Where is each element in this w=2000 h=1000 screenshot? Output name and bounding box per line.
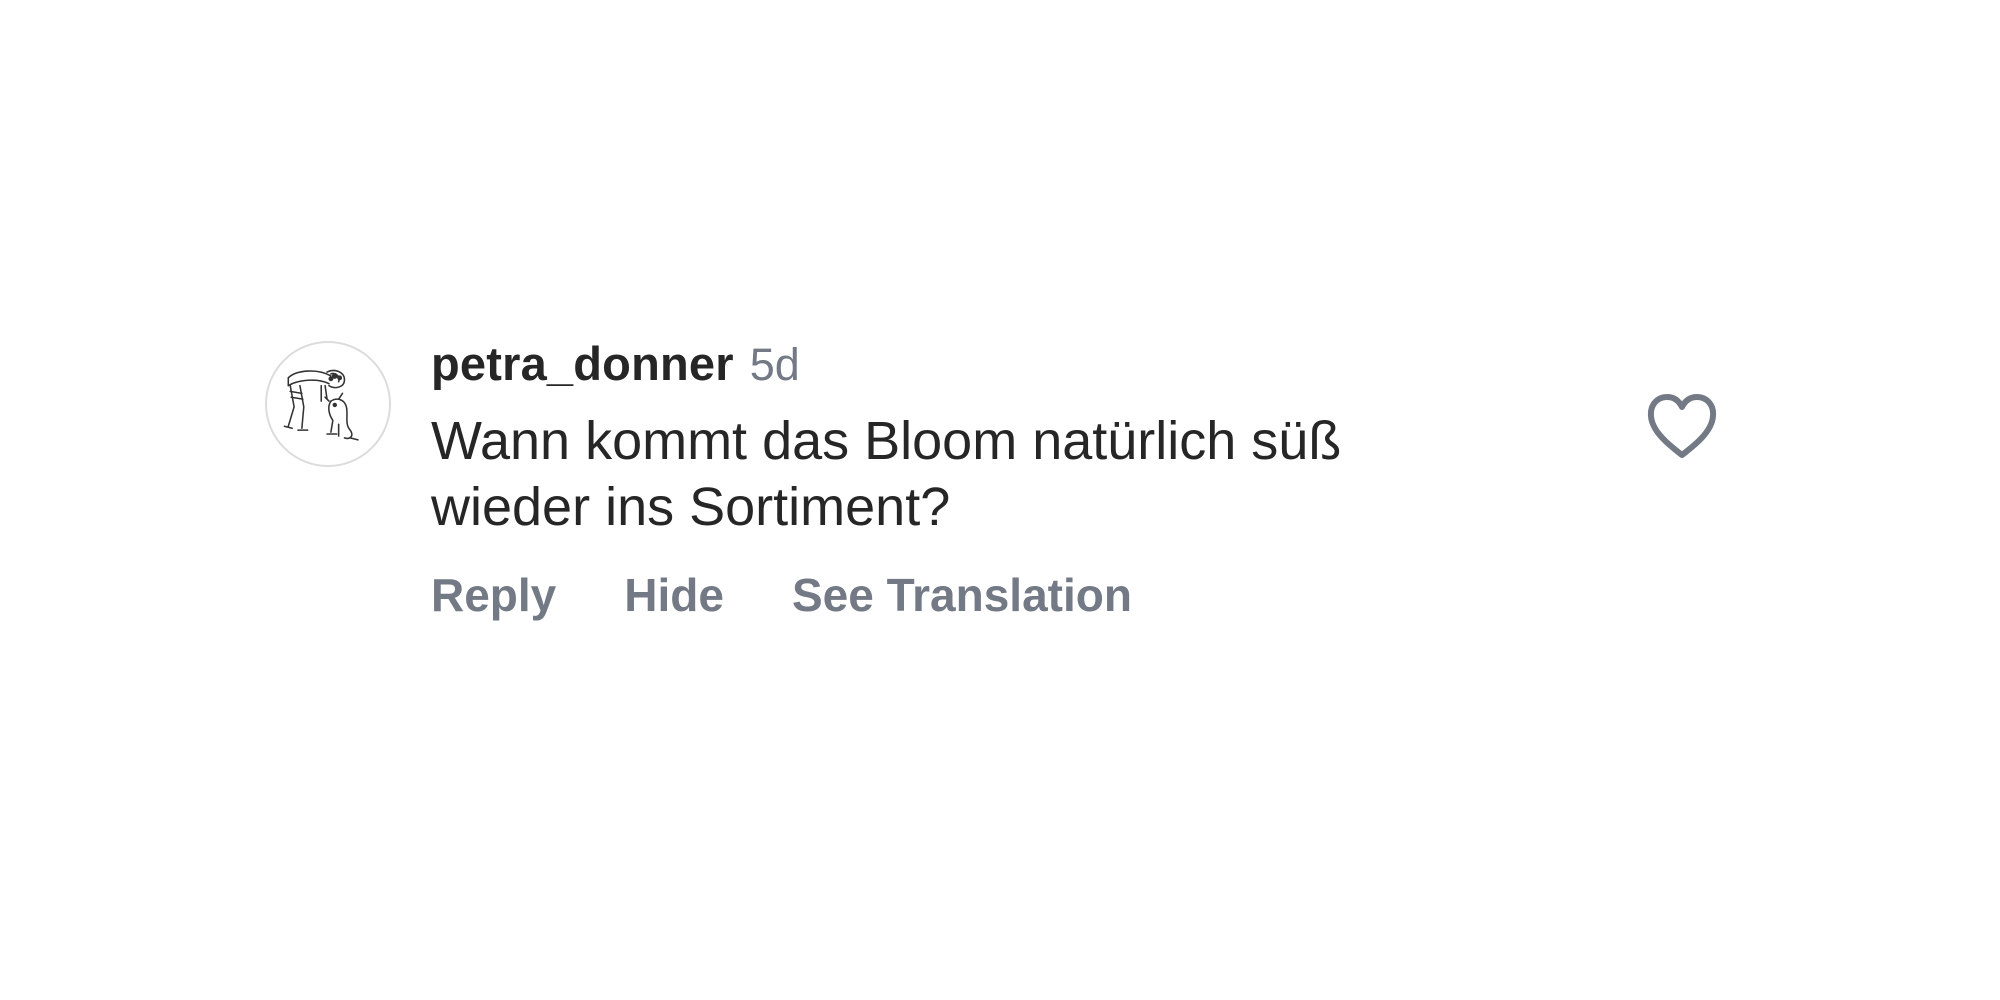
comment-actions: Reply Hide See Translation [431, 568, 1132, 622]
hide-button[interactable]: Hide [624, 568, 724, 622]
like-button[interactable] [1646, 392, 1718, 460]
comment-text: Wann kommt das Bloom natürlich süß wiede… [431, 411, 1342, 537]
username[interactable]: petra_donner [431, 336, 734, 391]
heart-outline-icon [1647, 394, 1717, 458]
see-translation-button[interactable]: See Translation [792, 568, 1132, 622]
timestamp: 5d [749, 339, 800, 390]
sketch-avatar-icon [283, 369, 359, 441]
comment-screen: petra_donner 5d Wann kommt das Bloom nat… [0, 0, 2000, 1000]
avatar[interactable] [265, 341, 391, 467]
reply-button[interactable]: Reply [431, 568, 556, 622]
comment-header: petra_donner 5d [431, 336, 800, 396]
